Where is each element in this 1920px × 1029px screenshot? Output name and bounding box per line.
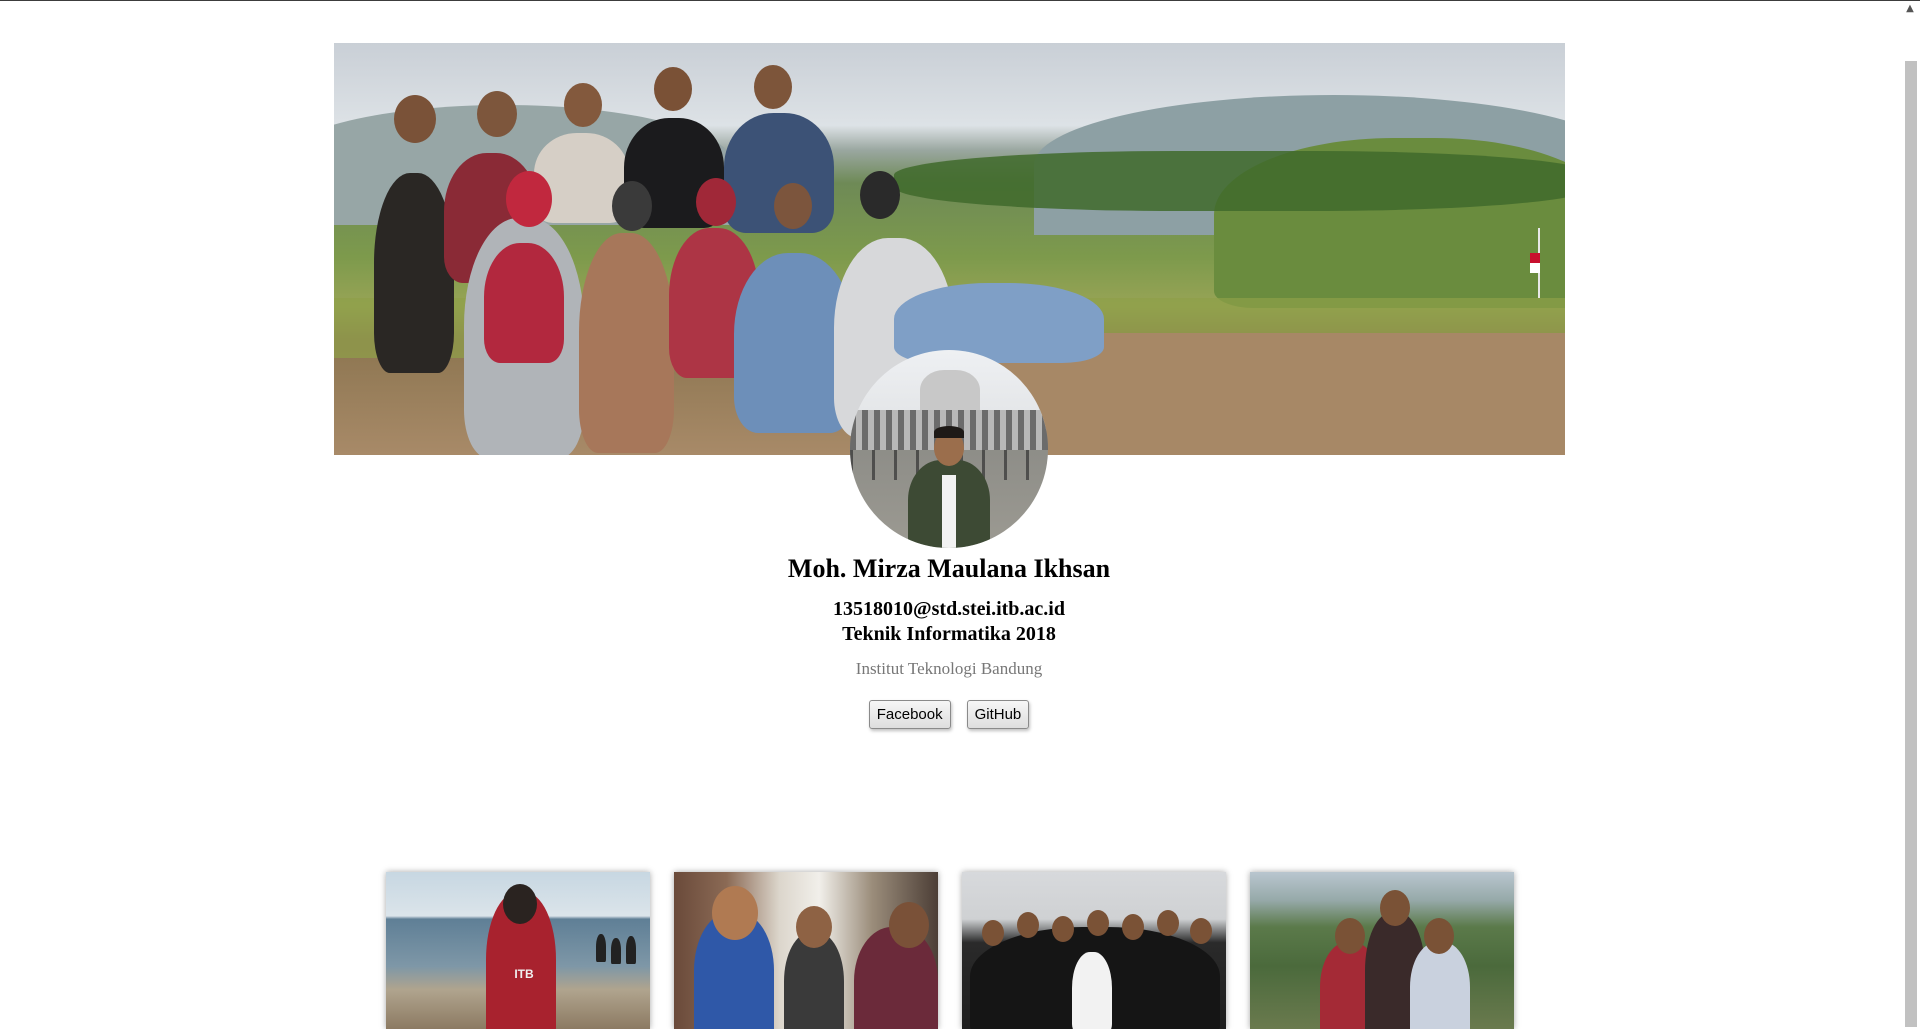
gallery-photo-1[interactable]: ITB [386,872,650,1029]
profile-major: Teknik Informatika 2018 [842,623,1056,645]
profile-email: 13518010@std.stei.itb.ac.id [833,598,1065,620]
gallery-photo-2[interactable] [674,872,938,1029]
window-top-border [0,0,1920,1]
chevron-up-icon[interactable]: ▲ [1904,3,1916,15]
gallery-photo-3[interactable] [962,872,1226,1029]
profile-institute: Institut Teknologi Bandung [855,659,1043,678]
profile-name: Moh. Mirza Maulana Ikhsan [787,554,1111,583]
social-links: Facebook GitHub [0,700,1898,729]
scrollbar-thumb[interactable] [1905,61,1917,1027]
gallery-photo-1-shirt-text: ITB [514,967,534,981]
profile-avatar [850,350,1048,548]
facebook-button[interactable]: Facebook [868,700,951,729]
vertical-scrollbar[interactable]: ▲ [1902,1,1920,1029]
gallery-photo-4[interactable] [1250,872,1514,1029]
github-button[interactable]: GitHub [966,700,1030,729]
